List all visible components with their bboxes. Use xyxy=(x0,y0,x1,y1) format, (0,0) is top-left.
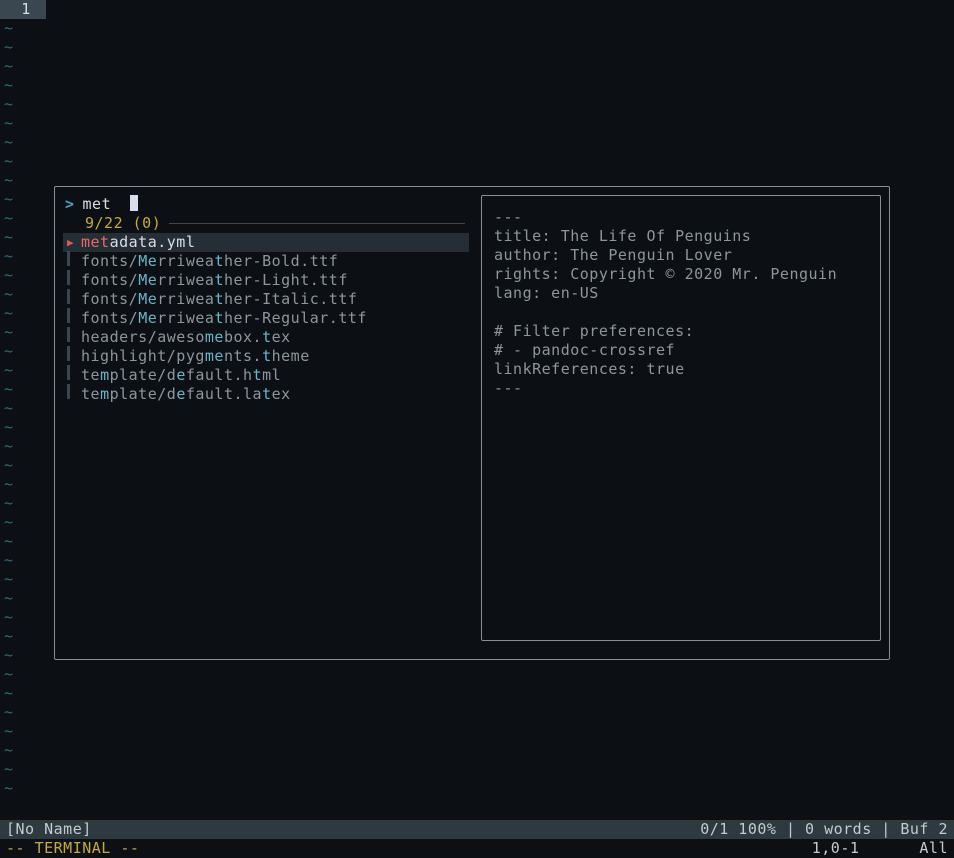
list-item-label: fonts/Merriweather-Light.ttf xyxy=(81,271,348,290)
tilde: ~ xyxy=(4,703,24,722)
tilde: ~ xyxy=(4,171,24,190)
cursor-icon xyxy=(130,195,138,211)
tilde: ~ xyxy=(4,19,24,38)
modeline-percent: All xyxy=(919,839,948,858)
list-item[interactable]: template/default.latex xyxy=(63,385,469,404)
fzf-prompt-row: > xyxy=(63,195,469,214)
tilde: ~ xyxy=(4,551,24,570)
tilde: ~ xyxy=(4,152,24,171)
preview-line: --- xyxy=(494,379,868,398)
tilde: ~ xyxy=(4,285,24,304)
list-item[interactable]: fonts/Merriweather-Regular.ttf xyxy=(63,309,469,328)
preview-line: author: The Penguin Lover xyxy=(494,246,868,265)
list-item-label: metadata.yml xyxy=(81,233,195,252)
tilde: ~ xyxy=(4,190,24,209)
tilde: ~ xyxy=(4,475,24,494)
list-item[interactable]: highlight/pygments.theme xyxy=(63,347,469,366)
chevron-right-icon xyxy=(67,270,81,291)
fzf-count-rule xyxy=(169,223,465,224)
tabline: 1 xyxy=(0,0,954,19)
preview-line: --- xyxy=(494,208,868,227)
fzf-popup: > 9/22 (0) ▶metadata.ymlfonts/Merriweath… xyxy=(54,186,890,660)
modeline: -- TERMINAL -- 1,0-1 All xyxy=(0,839,954,858)
tilde: ~ xyxy=(4,494,24,513)
list-item[interactable]: headers/awesomebox.tex xyxy=(63,328,469,347)
tilde: ~ xyxy=(4,323,24,342)
tilde: ~ xyxy=(4,76,24,95)
fzf-preview-pane: ---title: The Life Of Penguinsauthor: Th… xyxy=(481,195,881,641)
list-item-label: fonts/Merriweather-Italic.ttf xyxy=(81,290,357,309)
tilde: ~ xyxy=(4,57,24,76)
tilde: ~ xyxy=(4,570,24,589)
tilde: ~ xyxy=(4,380,24,399)
tilde: ~ xyxy=(4,266,24,285)
tilde: ~ xyxy=(4,741,24,760)
chevron-right-icon xyxy=(67,251,81,272)
tilde: ~ xyxy=(4,133,24,152)
chevron-right-icon: ▶ xyxy=(67,233,81,252)
preview-line: lang: en-US xyxy=(494,284,868,303)
tilde: ~ xyxy=(4,627,24,646)
tilde: ~ xyxy=(4,722,24,741)
prompt-icon: > xyxy=(65,195,75,214)
list-item[interactable]: template/default.html xyxy=(63,366,469,385)
list-item-label: template/default.html xyxy=(81,366,281,385)
list-item[interactable]: ▶metadata.yml xyxy=(63,233,469,252)
chevron-right-icon xyxy=(67,346,81,367)
preview-line: # - pandoc-crossref xyxy=(494,341,868,360)
list-item-label: template/default.latex xyxy=(81,385,291,404)
list-item-label: headers/awesomebox.tex xyxy=(81,328,291,347)
fzf-query-input[interactable] xyxy=(83,195,123,214)
chevron-right-icon xyxy=(67,327,81,348)
tilde: ~ xyxy=(4,342,24,361)
tilde: ~ xyxy=(4,437,24,456)
tilde: ~ xyxy=(4,665,24,684)
tilde: ~ xyxy=(4,456,24,475)
preview-line: linkReferences: true xyxy=(494,360,868,379)
tilde: ~ xyxy=(4,760,24,779)
chevron-right-icon xyxy=(67,365,81,386)
preview-line xyxy=(494,303,868,322)
tilde: ~ xyxy=(4,608,24,627)
tilde: ~ xyxy=(4,399,24,418)
tilde: ~ xyxy=(4,228,24,247)
list-item-label: fonts/Merriweather-Regular.ttf xyxy=(81,309,367,328)
list-item[interactable]: fonts/Merriweather-Bold.ttf xyxy=(63,252,469,271)
tilde: ~ xyxy=(4,38,24,57)
chevron-right-icon xyxy=(67,289,81,310)
modeline-position: 1,0-1 xyxy=(812,839,860,858)
tilde: ~ xyxy=(4,418,24,437)
fzf-count-row: 9/22 (0) xyxy=(63,214,469,233)
preview-line: # Filter preferences: xyxy=(494,322,868,341)
list-item-label: highlight/pygments.theme xyxy=(81,347,310,366)
statusline: [No Name] 0/1 100% | 0 words | Buf 2 xyxy=(0,820,954,839)
tilde: ~ xyxy=(4,209,24,228)
tilde: ~ xyxy=(4,361,24,380)
tilde: ~ xyxy=(4,513,24,532)
gutter: ~~~~~~~~~~~~~~~~~~~~~~~~~~~~~~~~~~~~~~~~… xyxy=(4,19,24,798)
list-item[interactable]: fonts/Merriweather-Italic.ttf xyxy=(63,290,469,309)
chevron-right-icon xyxy=(67,308,81,329)
preview-line: title: The Life Of Penguins xyxy=(494,227,868,246)
tilde: ~ xyxy=(4,304,24,323)
list-item-label: fonts/Merriweather-Bold.ttf xyxy=(81,252,338,271)
modeline-mode: -- TERMINAL -- xyxy=(6,839,139,858)
tilde: ~ xyxy=(4,95,24,114)
chevron-right-icon xyxy=(67,384,81,405)
fzf-result-list: ▶metadata.ymlfonts/Merriweather-Bold.ttf… xyxy=(63,233,469,404)
tilde: ~ xyxy=(4,589,24,608)
list-item[interactable]: fonts/Merriweather-Light.ttf xyxy=(63,271,469,290)
tilde: ~ xyxy=(4,779,24,798)
tilde: ~ xyxy=(4,532,24,551)
statusline-info: 0/1 100% | 0 words | Buf 2 xyxy=(700,820,948,839)
fzf-count: 9/22 (0) xyxy=(85,214,161,233)
preview-line: rights: Copyright © 2020 Mr. Penguin xyxy=(494,265,868,284)
tilde: ~ xyxy=(4,114,24,133)
tilde: ~ xyxy=(4,247,24,266)
tab-1[interactable]: 1 xyxy=(0,0,46,19)
tilde: ~ xyxy=(4,684,24,703)
statusline-filename: [No Name] xyxy=(6,820,92,839)
tilde: ~ xyxy=(4,646,24,665)
